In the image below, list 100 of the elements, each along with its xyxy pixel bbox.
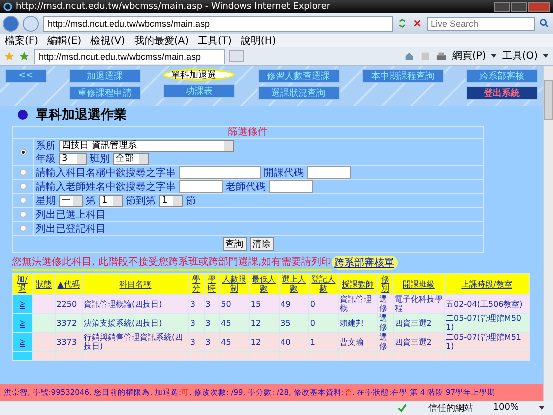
home-icon[interactable] bbox=[404, 50, 416, 62]
command-menu[interactable]: 工具(O) bbox=[502, 49, 538, 63]
department-dropdown[interactable]: 四技日 資訊管理系 bbox=[59, 140, 234, 152]
table-cell: 選修 bbox=[379, 314, 388, 332]
grade-dropdown[interactable]: 3 bbox=[59, 152, 87, 164]
minimize-button[interactable] bbox=[494, 2, 510, 12]
menu-item[interactable]: 工具(T) bbox=[198, 34, 232, 48]
table-cell: 賴建邦 bbox=[340, 318, 364, 328]
zoom-level[interactable]: 100% bbox=[493, 403, 519, 413]
table-cell: 五02-04(工506教室) bbox=[446, 300, 523, 308]
period-dropdown[interactable]: 1 bbox=[159, 194, 183, 206]
table-cell: 曹文瑜 bbox=[340, 338, 364, 346]
stop-icon[interactable] bbox=[412, 18, 423, 29]
field-label: 老師代碼 bbox=[226, 180, 266, 194]
field-label: 系所 bbox=[36, 140, 56, 152]
table-cell: 45 bbox=[221, 338, 232, 346]
table-cell: 15 bbox=[250, 300, 262, 308]
menu-item[interactable]: 檢視(V) bbox=[90, 34, 126, 48]
caret-icon[interactable] bbox=[543, 54, 549, 58]
maximize-button[interactable] bbox=[511, 2, 527, 12]
code-input[interactable] bbox=[307, 166, 351, 179]
filter-title: 篩選條件 bbox=[13, 127, 483, 139]
form-button[interactable]: 清除 bbox=[250, 237, 274, 251]
radio-button[interactable] bbox=[20, 148, 26, 156]
table-cell: 選修 bbox=[379, 295, 388, 313]
table-cell: 選修 bbox=[379, 333, 388, 351]
add-favorite-icon[interactable] bbox=[19, 50, 30, 62]
table-cell: 3 bbox=[190, 300, 196, 308]
table-cell: 3 bbox=[190, 338, 196, 346]
scrollbar[interactable] bbox=[543, 66, 553, 401]
column-header: 學時 bbox=[204, 274, 220, 294]
add-button[interactable]: ≥ bbox=[20, 318, 26, 328]
table-cell: 3 bbox=[206, 338, 211, 346]
table-cell: 45 bbox=[221, 318, 232, 328]
star-icon[interactable] bbox=[4, 50, 15, 62]
radio-button[interactable] bbox=[20, 225, 26, 232]
table-cell: 3373 bbox=[56, 338, 78, 346]
field-label: 節 bbox=[186, 194, 196, 208]
radio-button[interactable] bbox=[20, 169, 26, 176]
field-label: 第 bbox=[86, 194, 96, 208]
window-title: http://msd.ncut.edu.tw/wbcmss/main.asp - Windows Internet Explorer bbox=[16, 2, 332, 12]
column-header: 狀態 bbox=[33, 274, 55, 294]
radio-button[interactable] bbox=[20, 211, 26, 218]
field-label: 班別 bbox=[90, 152, 110, 166]
caret-icon[interactable] bbox=[491, 54, 498, 58]
column-header: 選上人數 bbox=[280, 274, 308, 294]
menu-item[interactable]: 說明(H) bbox=[240, 34, 276, 48]
add-button[interactable]: ≥ bbox=[20, 299, 26, 309]
table-cell: 50 bbox=[221, 300, 232, 308]
table-cell: 0 bbox=[310, 300, 316, 308]
table-cell: 12 bbox=[250, 338, 262, 346]
table-cell: 電子化科技學程 bbox=[394, 295, 443, 313]
table-cell: 1 bbox=[310, 338, 316, 346]
table-cell: 40 bbox=[280, 338, 291, 346]
table-cell: 35 bbox=[280, 318, 291, 328]
search-icon[interactable] bbox=[539, 18, 550, 29]
new-tab-button[interactable] bbox=[229, 50, 244, 62]
forward-button[interactable] bbox=[23, 16, 39, 32]
form-button[interactable]: 查詢 bbox=[222, 237, 246, 251]
table-cell: 資訊管理概論(四技日) bbox=[84, 300, 162, 308]
column-header: 授課教師 bbox=[339, 274, 378, 294]
search-input[interactable] bbox=[179, 166, 261, 179]
field-label: 星期 bbox=[36, 194, 56, 208]
add-button[interactable]: ≥ bbox=[20, 337, 26, 347]
column-header: 開課班級 bbox=[394, 274, 444, 294]
browser-tab[interactable]: http://msd.ncut.edu.tw/wbcmss/main.asp bbox=[34, 48, 225, 64]
option-label: 列出已選上科目 bbox=[36, 208, 106, 222]
printer-icon[interactable] bbox=[436, 50, 448, 62]
table-cell: 0 bbox=[310, 318, 316, 328]
table-cell: 3 bbox=[206, 300, 211, 308]
class-dropdown[interactable]: 全部 bbox=[113, 152, 149, 164]
table-cell: 二05-07(管理館M511) bbox=[446, 333, 522, 351]
search-field[interactable]: Live Search bbox=[427, 16, 535, 30]
weekday-dropdown[interactable]: 一 bbox=[59, 194, 83, 206]
field-label: 節到第 bbox=[126, 194, 156, 208]
close-button[interactable] bbox=[528, 2, 550, 12]
table-cell: 12 bbox=[250, 318, 262, 328]
address-field[interactable]: http://msd.ncut.edu.tw/wbcmss/main.asp bbox=[43, 16, 393, 32]
column-header: 登記人數 bbox=[309, 274, 338, 294]
back-button[interactable] bbox=[3, 16, 19, 32]
nav-button[interactable]: 登出系統 bbox=[466, 86, 538, 100]
command-menu[interactable]: 網頁(P) bbox=[452, 49, 486, 63]
table-cell: 四資三選2 bbox=[394, 318, 432, 328]
column-header: 修別 bbox=[378, 274, 393, 294]
menu-item[interactable]: 編輯(E) bbox=[48, 34, 82, 48]
search-input[interactable] bbox=[179, 180, 223, 193]
radio-button[interactable] bbox=[20, 197, 26, 204]
zone-status: 信任的網站 bbox=[428, 402, 474, 414]
page-heading: 單科加退選作業 bbox=[36, 106, 127, 124]
code-input[interactable] bbox=[269, 180, 313, 193]
radio-button[interactable] bbox=[20, 183, 26, 190]
approval-form-link[interactable]: 跨系部審核單 bbox=[332, 256, 398, 270]
menu-item[interactable]: 我的最愛(A) bbox=[134, 34, 189, 48]
nav-button[interactable]: 單科加退選 bbox=[163, 69, 236, 81]
menu-item[interactable]: 檔案(F) bbox=[5, 34, 39, 48]
check-icon bbox=[397, 402, 408, 414]
column-header: 最低人數 bbox=[250, 274, 279, 294]
period-dropdown[interactable]: 1 bbox=[99, 194, 123, 206]
caret-icon[interactable] bbox=[539, 406, 545, 410]
table-cell: 二05-07(管理館M501) bbox=[446, 314, 522, 332]
